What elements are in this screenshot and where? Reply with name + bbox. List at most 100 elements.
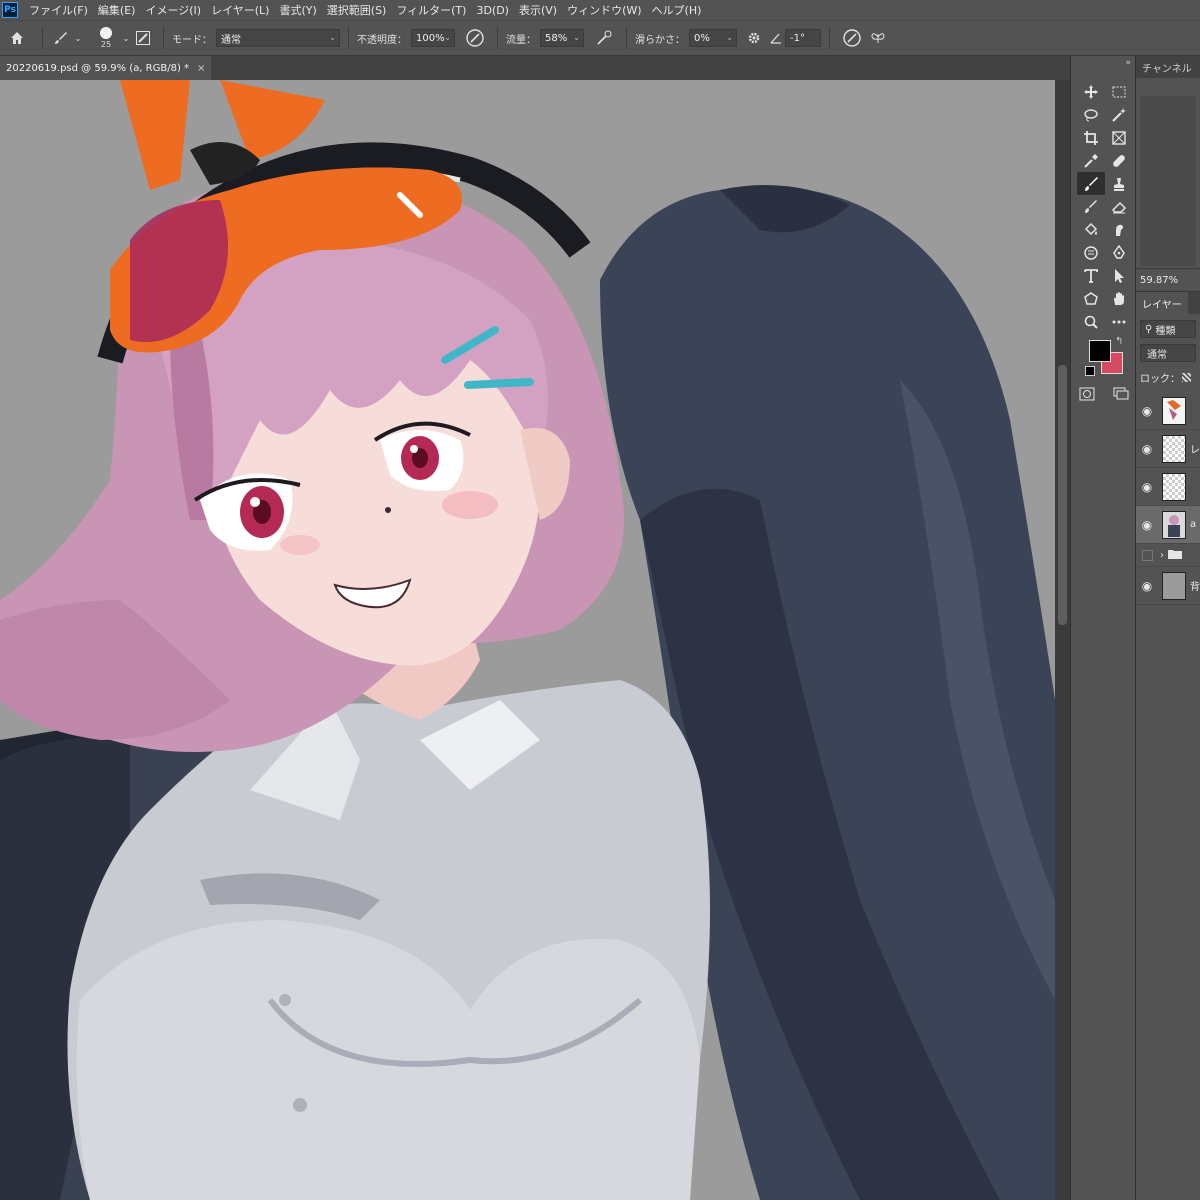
zoom-tool-icon[interactable] xyxy=(1077,310,1105,333)
folder-icon xyxy=(1168,549,1182,562)
toolbox: » ↰ xyxy=(1070,56,1135,1200)
opacity-field[interactable]: 100% ⌄ xyxy=(411,29,455,47)
visibility-eye-icon[interactable]: ◉ xyxy=(1136,518,1158,532)
menu-3d[interactable]: 3D(D) xyxy=(471,4,514,17)
scrollbar-thumb[interactable] xyxy=(1058,365,1067,625)
brush-settings-panel-icon[interactable] xyxy=(131,30,155,46)
tab-channels[interactable]: チャンネル xyxy=(1136,56,1198,78)
collapse-arrows-icon[interactable]: » xyxy=(1125,58,1131,68)
separator xyxy=(163,27,164,49)
close-icon[interactable]: × xyxy=(197,63,205,74)
brush-size-picker[interactable]: 25 xyxy=(91,27,121,49)
hand-tool-icon[interactable] xyxy=(1105,287,1133,310)
visibility-empty-box[interactable] xyxy=(1136,549,1158,561)
smudge-tool-icon[interactable] xyxy=(1105,218,1133,241)
magic-wand-tool-icon[interactable] xyxy=(1105,103,1133,126)
layer-name: レ xyxy=(1190,445,1200,456)
layer-thumbnail xyxy=(1162,571,1186,600)
visibility-eye-icon[interactable]: ◉ xyxy=(1136,480,1158,494)
symmetry-butterfly-icon[interactable] xyxy=(866,30,890,46)
document-tab-bar: 20220619.psd @ 59.9% (a, RGB/8) * × xyxy=(0,56,1070,80)
tab-layers[interactable]: レイヤー xyxy=(1136,292,1188,314)
menu-help[interactable]: ヘルプ(H) xyxy=(647,2,707,18)
lock-row: ロック： xyxy=(1136,366,1200,388)
pen-tool-icon[interactable] xyxy=(1105,241,1133,264)
layer-row[interactable]: ◉ レ xyxy=(1136,430,1200,468)
home-icon[interactable] xyxy=(0,30,34,46)
foreground-color-swatch[interactable] xyxy=(1089,340,1111,362)
flow-field[interactable]: 58% ⌄ xyxy=(540,29,584,47)
layer-row[interactable]: ◉ xyxy=(1136,468,1200,506)
menu-edit[interactable]: 編集(E) xyxy=(93,2,141,18)
layer-row[interactable]: ◉ 背 xyxy=(1136,567,1200,605)
menu-type[interactable]: 書式(Y) xyxy=(274,2,321,18)
menu-window[interactable]: ウィンドウ(W) xyxy=(562,2,646,18)
airbrush-icon[interactable] xyxy=(590,29,618,47)
pressure-size-icon[interactable] xyxy=(838,28,866,48)
chevron-down-icon[interactable]: ⌄ xyxy=(121,34,131,43)
lasso-tool-icon[interactable] xyxy=(1077,103,1105,126)
brush-tool-icon[interactable] xyxy=(1077,172,1105,195)
frame-tool-icon[interactable] xyxy=(1105,126,1133,149)
pressure-opacity-icon[interactable] xyxy=(461,28,489,48)
mode-label: モード： xyxy=(172,34,212,46)
lock-transparent-icon[interactable] xyxy=(1182,372,1191,382)
chevron-down-icon: ⌄ xyxy=(329,33,336,42)
visibility-eye-icon[interactable]: ◉ xyxy=(1136,404,1158,418)
menu-select[interactable]: 選択範囲(S) xyxy=(322,2,392,18)
angle-field[interactable]: -1° xyxy=(785,29,821,47)
default-colors-icon[interactable] xyxy=(1085,366,1095,376)
brush-tip-icon xyxy=(100,27,112,39)
swap-colors-icon[interactable]: ↰ xyxy=(1115,336,1123,347)
menu-image[interactable]: イメージ(I) xyxy=(140,2,206,18)
layer-filter[interactable]: ⚲ 種類 xyxy=(1140,320,1196,338)
gear-icon[interactable] xyxy=(741,31,767,45)
dodge-tool-icon[interactable] xyxy=(1077,241,1105,264)
clone-stamp-tool-icon[interactable] xyxy=(1105,172,1133,195)
lock-label: ロック： xyxy=(1140,373,1180,385)
visibility-eye-icon[interactable]: ◉ xyxy=(1136,442,1158,456)
crop-tool-icon[interactable] xyxy=(1077,126,1105,149)
healing-brush-tool-icon[interactable] xyxy=(1105,149,1133,172)
eraser-tool-icon[interactable] xyxy=(1105,195,1133,218)
marquee-tool-icon[interactable] xyxy=(1105,80,1133,103)
angle-icon xyxy=(767,31,785,45)
menu-filter[interactable]: フィルター(T) xyxy=(391,2,471,18)
photoshop-logo-icon[interactable]: Ps xyxy=(2,2,18,18)
move-tool-icon[interactable] xyxy=(1077,80,1105,103)
smoothing-field[interactable]: 0% ⌄ xyxy=(689,29,737,47)
menu-layer[interactable]: レイヤー(L) xyxy=(206,2,274,18)
layers-list: ◉ ◉ レ ◉ ◉ a › ◉ 背 xyxy=(1136,392,1200,605)
chevron-down-icon[interactable]: ⌄ xyxy=(71,34,85,43)
layer-blend-mode-select[interactable]: 通常 xyxy=(1140,344,1196,362)
more-tools-icon[interactable] xyxy=(1105,310,1133,333)
eyedropper-tool-icon[interactable] xyxy=(1077,149,1105,172)
chevron-right-icon[interactable]: › xyxy=(1160,550,1164,561)
layer-thumbnail xyxy=(1162,472,1186,501)
search-icon: ⚲ xyxy=(1145,323,1153,335)
visibility-eye-icon[interactable]: ◉ xyxy=(1136,579,1158,593)
menu-view[interactable]: 表示(V) xyxy=(514,2,562,18)
channels-panel xyxy=(1136,78,1200,269)
menu-file[interactable]: ファイル(F) xyxy=(24,2,93,18)
quick-mask-icon[interactable] xyxy=(1079,386,1095,405)
path-selection-tool-icon[interactable] xyxy=(1105,264,1133,287)
type-tool-icon[interactable] xyxy=(1077,264,1105,287)
layer-row-selected[interactable]: ◉ a xyxy=(1136,506,1200,544)
layer-filter-kind: 種類 xyxy=(1155,325,1176,337)
mode-select[interactable]: 通常 ⌄ xyxy=(216,29,340,47)
layer-row[interactable]: ◉ xyxy=(1136,392,1200,430)
document-tab-title: 20220619.psd @ 59.9% (a, RGB/8) * xyxy=(6,62,190,74)
document-tab[interactable]: 20220619.psd @ 59.9% (a, RGB/8) * × xyxy=(0,56,212,80)
mode-buttons xyxy=(1079,386,1129,405)
vertical-scrollbar[interactable] xyxy=(1055,80,1070,1200)
zoom-value[interactable]: 59.87% xyxy=(1140,275,1178,286)
layer-group-row[interactable]: › xyxy=(1136,544,1200,567)
screen-mode-icon[interactable] xyxy=(1113,386,1129,405)
history-brush-tool-icon[interactable] xyxy=(1077,195,1105,218)
navigator-zoom: 59.87% xyxy=(1136,269,1200,292)
canvas[interactable] xyxy=(0,80,1055,1200)
shape-tool-icon[interactable] xyxy=(1077,287,1105,310)
brush-tool-preset-icon[interactable] xyxy=(51,30,71,46)
paint-bucket-tool-icon[interactable] xyxy=(1077,218,1105,241)
